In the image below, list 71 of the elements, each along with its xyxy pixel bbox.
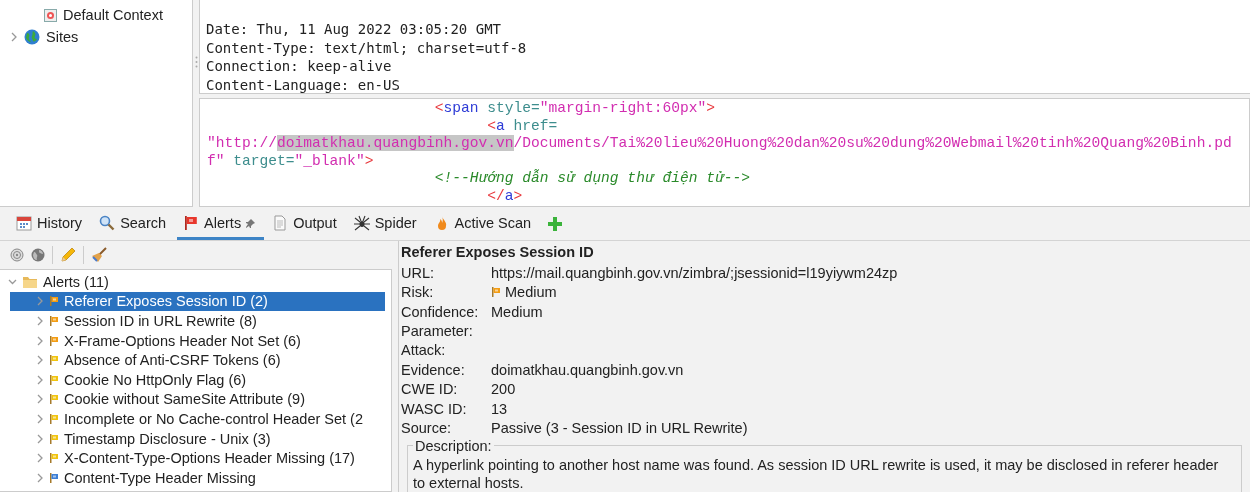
field-value: Medium xyxy=(491,303,543,320)
chevron-icon xyxy=(36,374,44,385)
chevron-icon xyxy=(36,472,44,483)
chevron-icon xyxy=(36,335,44,346)
alert-item[interactable]: X-Frame-Options Header Not Set (6) xyxy=(10,330,385,351)
tab[interactable]: Active Scan xyxy=(427,209,541,240)
alert-item[interactable]: Cookie without SameSite Attribute (9) xyxy=(10,389,385,410)
tab[interactable]: Search xyxy=(93,209,176,240)
header-line: Content-Language: en-US xyxy=(206,75,401,94)
field-label: Confidence: xyxy=(401,303,480,320)
field-value: https://mail.quangbinh.gov.vn/zimbra/;jsessionid=l19yiywm24zp xyxy=(491,264,898,281)
code-line: </a> xyxy=(486,187,524,206)
chevron-icon xyxy=(36,316,44,326)
alert-item[interactable]: Incomplete or No Cache-control Header Set (2 xyxy=(10,409,385,429)
spider-icon xyxy=(353,215,370,231)
alert-item[interactable]: Session ID in URL Rewrite (8) xyxy=(10,311,385,331)
flag-icon xyxy=(183,215,200,231)
pencil-icon xyxy=(60,247,76,263)
header-line: Content-Type: text/html; charset=utf-8 xyxy=(206,38,527,57)
tab[interactable]: Output xyxy=(266,209,346,240)
field-label: URL: xyxy=(401,264,436,281)
alert-item[interactable]: Timestamp Disclosure - Unix (3) xyxy=(10,428,385,449)
field-value: 13 xyxy=(491,400,508,417)
code-line: "http://doimatkhau.quangbinh.gov.vn/Documents/Tai%20lieu%20Huong%20dan%20su%20dung%20Webmail%20tinh%20Quang%20Binh.pdf" target="_blank"> xyxy=(207,135,1233,169)
code-line: <!--Hướng dẫn sử dụng thư điện tử--> xyxy=(433,170,751,188)
chevron-icon xyxy=(36,296,44,307)
field-label: Risk: xyxy=(401,284,435,301)
chevron-icon xyxy=(36,453,44,464)
description-label: Description: xyxy=(414,437,493,454)
chevron-icon xyxy=(36,355,44,366)
add-icon[interactable] xyxy=(548,216,563,231)
chevron-icon xyxy=(36,394,44,405)
globe-icon xyxy=(24,29,40,45)
header-line: Date: Thu, 11 Aug 2022 03:05:20 GMT xyxy=(206,20,502,39)
alert-item[interactable]: X-Content-Type-Options Header Missing (17) xyxy=(10,448,385,468)
description-text: A hyperlink pointing to another host name was found. As session ID URL rewrite is used, it may be disclosed in referer header to external hosts. xyxy=(413,455,1220,492)
tree-item[interactable]: Alerts (11) xyxy=(43,273,109,290)
folder-icon xyxy=(22,274,38,289)
header-line: Connection: keep-alive xyxy=(206,57,393,76)
tab[interactable]: History xyxy=(10,209,92,240)
calendar-icon xyxy=(16,215,32,231)
code-line: <span style="margin-right:60px"> xyxy=(433,100,716,118)
alert-item[interactable]: Referer Exposes Session ID (2) xyxy=(10,291,385,312)
broom-icon xyxy=(91,247,107,263)
field-value: Medium xyxy=(505,284,557,301)
field-value: doimatkhau.quangbinh.gov.vn xyxy=(491,361,684,378)
field-label: Evidence: xyxy=(401,361,466,378)
alert-title: Referer Exposes Session ID xyxy=(401,244,595,262)
tab[interactable]: Spider xyxy=(347,209,426,240)
tree-item[interactable]: Sites xyxy=(46,29,79,45)
context-icon xyxy=(44,8,57,22)
alert-item[interactable]: Absence of Anti-CSRF Tokens (6) xyxy=(10,350,385,370)
document-icon xyxy=(272,215,289,231)
field-label: Parameter: xyxy=(401,322,474,339)
field-label: Attack: xyxy=(401,342,447,359)
field-label: CWE ID: xyxy=(401,381,459,398)
field-label: WASC ID: xyxy=(401,400,468,417)
field-label: Source: xyxy=(401,420,452,437)
chevron-icon xyxy=(36,413,44,424)
alert-item[interactable]: Cookie No HttpOnly Flag (6) xyxy=(10,369,385,390)
tree-item[interactable]: Default Context xyxy=(63,7,163,23)
chevron-icon xyxy=(36,433,44,444)
tab[interactable]: Alerts xyxy=(177,209,265,240)
code-line: <a href= xyxy=(486,117,559,136)
field-value: Passive (3 - Session ID in URL Rewrite) xyxy=(491,420,748,437)
globe-icon xyxy=(31,248,45,262)
grip-icon xyxy=(195,56,198,68)
search-icon xyxy=(99,215,116,231)
field-value: 200 xyxy=(491,381,516,398)
alert-item[interactable]: Content-Type Header Missing xyxy=(10,467,385,488)
target-icon xyxy=(10,248,24,262)
